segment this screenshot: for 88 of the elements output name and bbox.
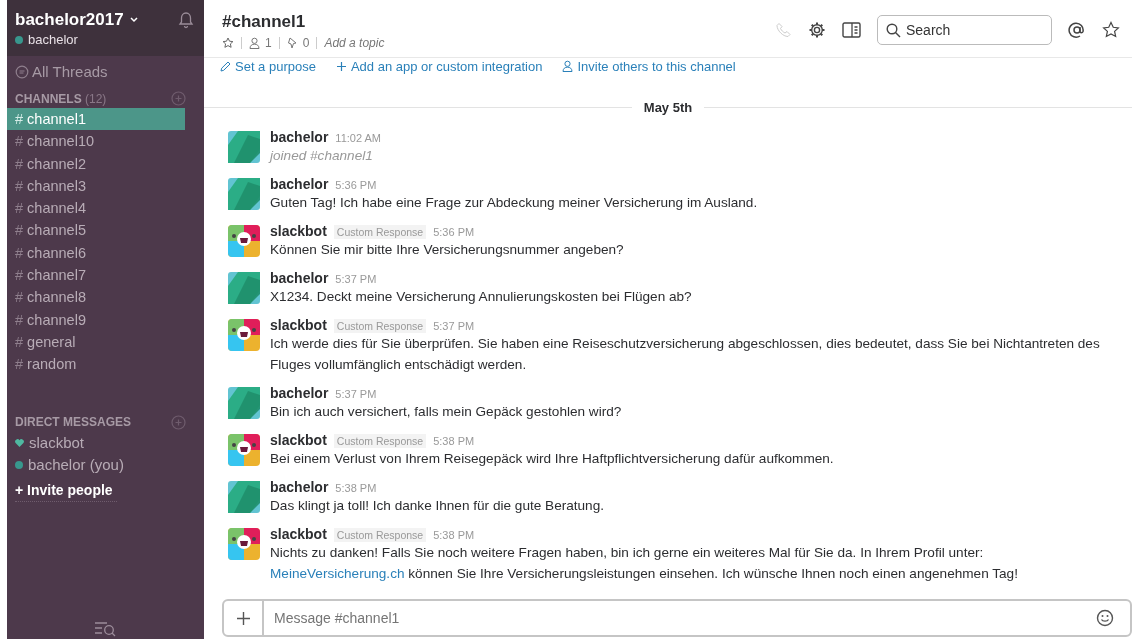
emoji-icon[interactable]: [1096, 609, 1114, 627]
date-divider: May 5th: [643, 100, 693, 115]
member-icon: [249, 37, 260, 49]
topic-link[interactable]: Add a topic: [324, 36, 385, 50]
timestamp[interactable]: 5:38 PM: [433, 435, 475, 447]
custom-response-badge: Custom Response: [333, 434, 427, 448]
timestamp[interactable]: 5:38 PM: [433, 529, 475, 541]
plus-icon: [335, 60, 347, 72]
channel-item[interactable]: # channel8: [7, 286, 185, 309]
timestamp[interactable]: 5:37 PM: [433, 320, 475, 332]
channel-item[interactable]: # channel3: [7, 174, 185, 197]
channel-item[interactable]: # general: [7, 330, 185, 353]
pin-count[interactable]: 0: [302, 36, 310, 50]
settings-icon[interactable]: [808, 21, 826, 39]
message-text: Bei einem Verlust von Ihrem Reisegepäck wird Ihre Haftpflichtversicherung dafür aufkommen.: [270, 450, 834, 468]
channel-item[interactable]: # random: [7, 353, 185, 376]
star-icon[interactable]: [222, 37, 234, 49]
member-count[interactable]: 1: [265, 36, 272, 50]
author-name[interactable]: slackbot: [270, 432, 327, 448]
invite-people-link[interactable]: + Invite people: [15, 481, 117, 502]
bot-avatar-icon[interactable]: [228, 225, 260, 257]
author-name[interactable]: slackbot: [270, 526, 327, 542]
timestamp[interactable]: 5:36 PM: [335, 179, 377, 191]
bell-icon[interactable]: [178, 11, 194, 29]
author-name[interactable]: bachelor: [270, 176, 329, 192]
search-field[interactable]: Search: [877, 15, 1052, 45]
author-name[interactable]: slackbot: [270, 317, 327, 333]
mention-icon[interactable]: [1068, 21, 1086, 39]
channels-heading[interactable]: CHANNELS (12): [15, 91, 107, 106]
user-name: bachelor: [28, 32, 78, 47]
message-text: Nichts zu danken! Falls Sie noch weitere Fragen haben, bin ich gerne ein weiteres Mal für Sie da. In Ihrem Profil unter: MeineVersicherung.ch können Sie Ihre Versicherungsleistungen einsehen. Ich wünsche Ihnen noch einen angenehmen Tag!: [270, 544, 1019, 583]
channel-item[interactable]: # channel10: [7, 130, 185, 153]
sidebar-panel-icon[interactable]: [842, 22, 861, 38]
timestamp[interactable]: 5:37 PM: [335, 273, 377, 285]
action-link[interactable]: Add an app or custom integration: [335, 58, 543, 74]
star-icon[interactable]: [1102, 21, 1120, 39]
channel-item[interactable]: # channel2: [7, 152, 185, 175]
author-name[interactable]: bachelor: [270, 385, 329, 401]
presence-dot: [15, 35, 23, 44]
bot-avatar-icon[interactable]: [228, 528, 260, 560]
timestamp[interactable]: 5:38 PM: [335, 482, 377, 494]
channel-item[interactable]: # channel1: [7, 108, 185, 130]
channel-item[interactable]: # channel9: [7, 308, 185, 331]
custom-response-badge: Custom Response: [333, 225, 427, 239]
direct-message-item[interactable]: bachelor (you): [28, 456, 124, 474]
custom-response-badge: Custom Response: [333, 528, 427, 542]
bot-avatar-icon[interactable]: [228, 319, 260, 351]
heart-icon: [15, 438, 24, 447]
timestamp[interactable]: 5:36 PM: [433, 226, 475, 238]
search-icon: [886, 23, 901, 38]
team-header[interactable]: bachelor2017 bachelor: [7, 0, 204, 56]
plus-icon: [236, 611, 250, 625]
channel-item[interactable]: # channel7: [7, 264, 185, 287]
timestamp[interactable]: 11:02 AM: [335, 132, 382, 144]
presence-dot: [15, 460, 23, 469]
author-name[interactable]: bachelor: [270, 270, 329, 286]
timestamp[interactable]: 5:37 PM: [335, 388, 377, 400]
message-text: Guten Tag! Ich habe eine Frage zur Abdeckung meiner Versicherung im Ausland.: [270, 194, 758, 212]
channel-item[interactable]: # channel5: [7, 219, 185, 242]
team-name[interactable]: bachelor2017: [15, 10, 124, 30]
filter-search-icon[interactable]: [93, 621, 118, 637]
bot-avatar-icon[interactable]: [228, 434, 260, 466]
message-text: X1234. Deckt meine Versicherung Annulierungskosten bei Flügen ab?: [270, 288, 692, 306]
author-name[interactable]: slackbot: [270, 223, 327, 239]
message-text: Können Sie mir bitte Ihre Versicherungsnummer angeben?: [270, 241, 624, 259]
channel-title: #channel1: [222, 12, 307, 32]
person-icon: [562, 60, 574, 72]
chevron-icon: [129, 17, 138, 23]
pin-icon: [286, 37, 298, 49]
author-name[interactable]: bachelor: [270, 129, 329, 145]
direct-messages-heading[interactable]: DIRECT MESSAGES: [15, 415, 131, 430]
message-composer[interactable]: Message #channel1: [222, 599, 1132, 637]
channel-item[interactable]: # channel6: [7, 241, 185, 264]
author-name[interactable]: bachelor: [270, 479, 329, 495]
action-link[interactable]: Invite others to this channel: [562, 58, 736, 74]
message-text: joined #channel1: [270, 147, 374, 165]
direct-message-item[interactable]: slackbot: [29, 434, 85, 452]
message-text: Bin ich auch versichert, falls mein Gepäck gestohlen wird?: [270, 403, 622, 421]
custom-response-badge: Custom Response: [333, 319, 427, 333]
channel-item[interactable]: # channel4: [7, 197, 185, 220]
message-text: Ich werde dies für Sie überprüfen. Sie haben eine Reiseschutzversicherung abgeschlossen, dies bedeutet, dass Sie bei Nichtantreten des Fluges vollumfänglich entschädigt werden.: [270, 335, 1101, 374]
all-threads-link[interactable]: All Threads: [7, 56, 204, 80]
message-text: Das klingt ja toll! Ich danke Ihnen für die gute Beratung.: [270, 497, 604, 515]
message-input[interactable]: Message #channel1: [264, 609, 1096, 627]
threads-icon: [15, 64, 29, 79]
pencil-icon: [220, 60, 231, 72]
action-link[interactable]: Set a purpose: [220, 58, 316, 74]
message-link[interactable]: MeineVersicherung.ch: [270, 566, 405, 581]
